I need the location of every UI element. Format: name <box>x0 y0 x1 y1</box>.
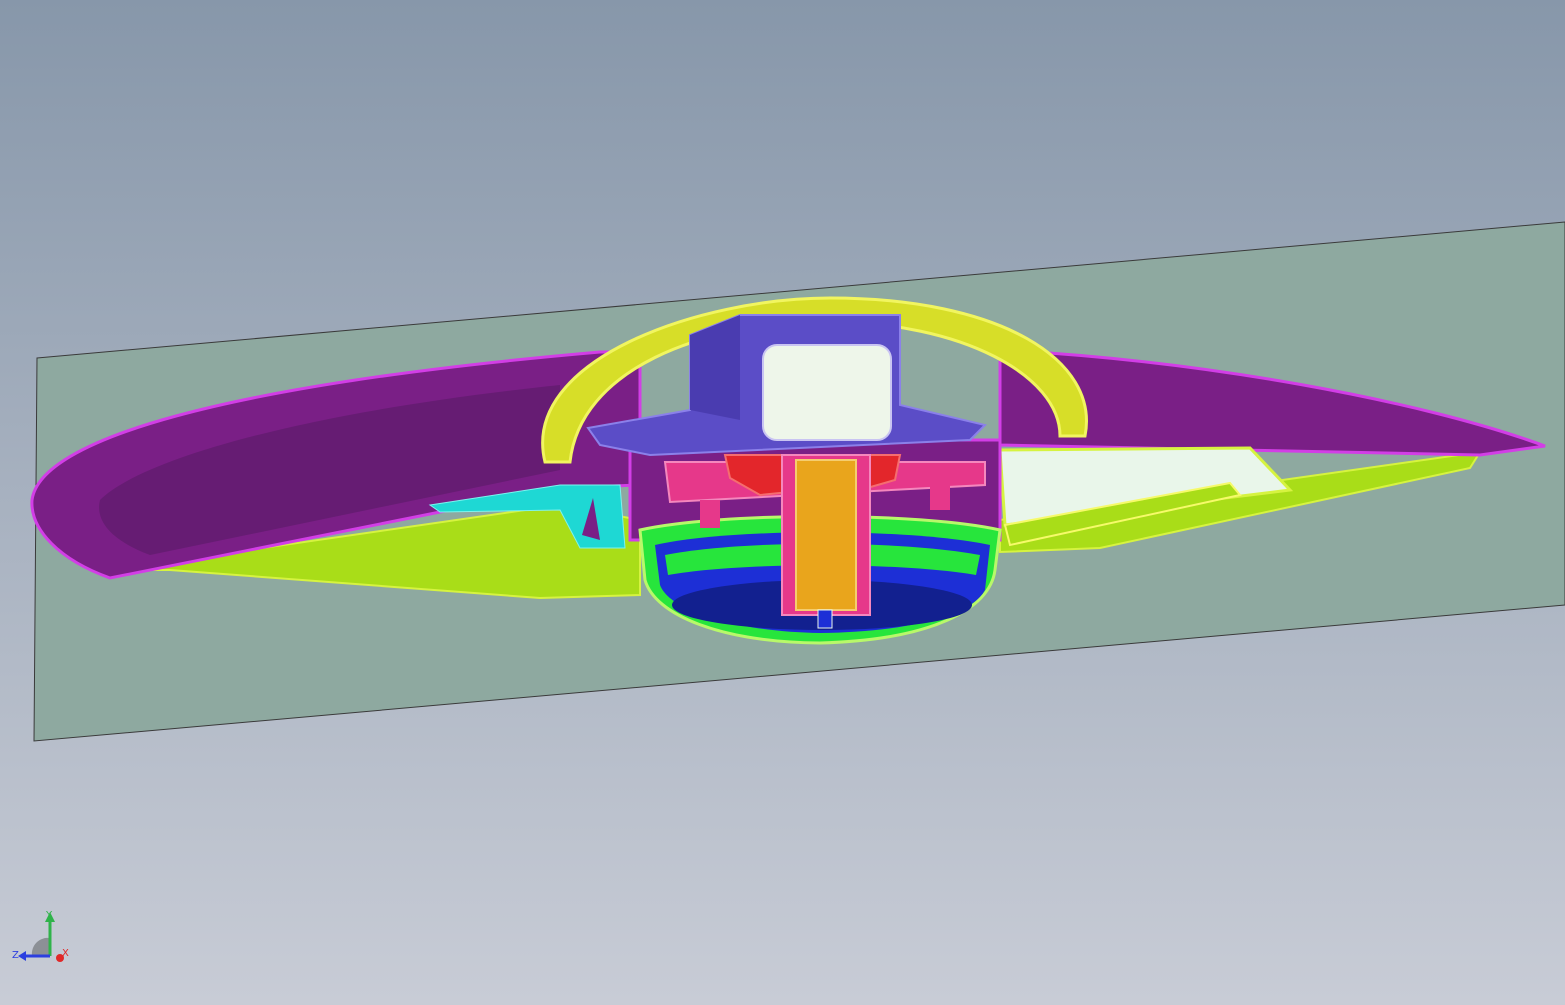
x-axis-label: X <box>62 948 69 959</box>
pink-post-left <box>700 500 720 528</box>
motor-block[interactable] <box>762 344 892 441</box>
model-scene[interactable] <box>0 0 1565 1005</box>
y-axis-label: Y <box>45 910 53 921</box>
triad-sphere <box>31 937 50 956</box>
shaft[interactable] <box>795 459 857 611</box>
shaft-tip <box>817 609 833 629</box>
z-axis-arrow <box>18 951 26 961</box>
pink-post-right <box>930 482 950 510</box>
axis-triad[interactable]: Y Z X <box>10 908 72 968</box>
z-axis-label: Z <box>12 950 19 961</box>
cad-viewport[interactable]: Y Z X <box>0 0 1565 1005</box>
